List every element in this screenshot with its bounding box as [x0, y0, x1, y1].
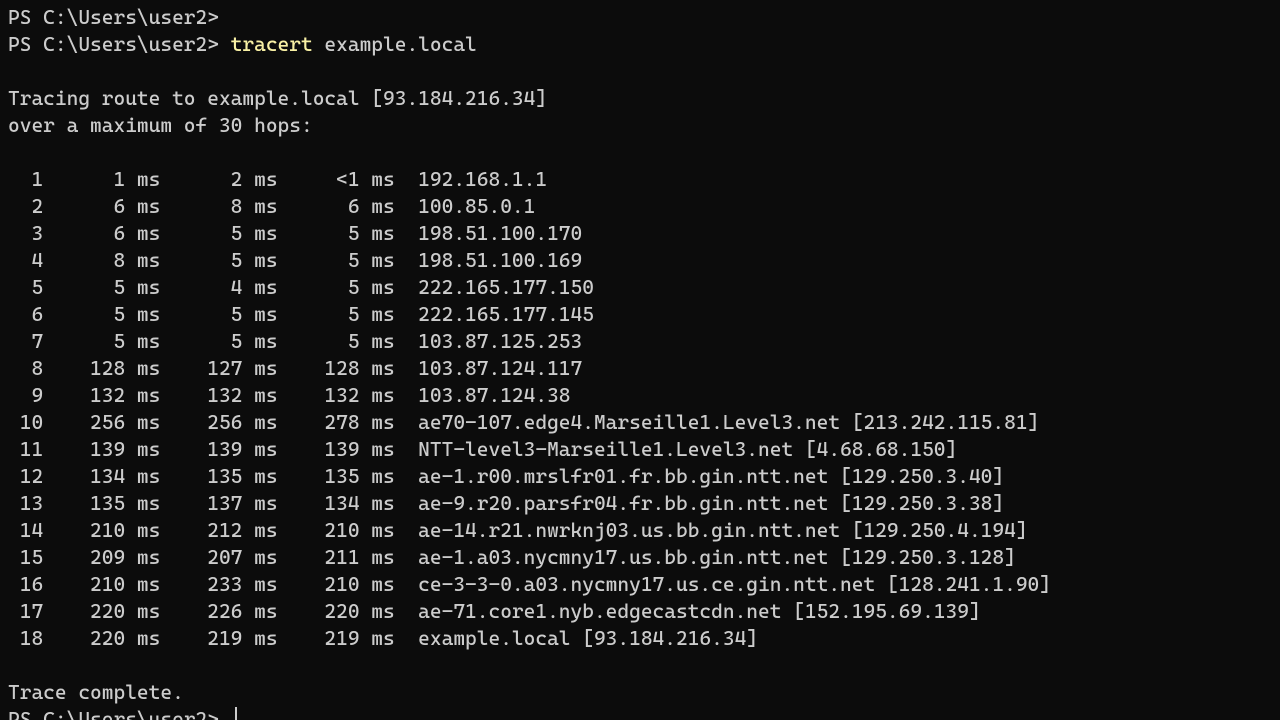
hop-row: 5 5 ms 4 ms 5 ms 222.165.177.150: [8, 274, 1272, 301]
hop-row: 9 132 ms 132 ms 132 ms 103.87.124.38: [8, 382, 1272, 409]
ps-prompt: PS C:\Users\user2>: [8, 32, 219, 56]
hop-row: 2 6 ms 8 ms 6 ms 100.85.0.1: [8, 193, 1272, 220]
hop-row: 13 135 ms 137 ms 134 ms ae-9.r20.parsfr0…: [8, 490, 1272, 517]
hop-row: 14 210 ms 212 ms 210 ms ae-14.r21.nwrknj…: [8, 517, 1272, 544]
ps-prompt: PS C:\Users\user2>: [8, 5, 219, 29]
hop-row: 18 220 ms 219 ms 219 ms example.local [9…: [8, 625, 1272, 652]
blank-line: [8, 652, 1272, 679]
hop-row: 7 5 ms 5 ms 5 ms 103.87.125.253: [8, 328, 1272, 355]
hop-row: 3 6 ms 5 ms 5 ms 198.51.100.170: [8, 220, 1272, 247]
trace-footer: Trace complete.: [8, 679, 1272, 706]
hop-row: 4 8 ms 5 ms 5 ms 198.51.100.169: [8, 247, 1272, 274]
hop-row: 17 220 ms 226 ms 220 ms ae-71.core1.nyb.…: [8, 598, 1272, 625]
prompt-line-command: PS C:\Users\user2> tracert example.local: [8, 31, 1272, 58]
trace-header-2: over a maximum of 30 hops:: [8, 112, 1272, 139]
hop-row: 15 209 ms 207 ms 211 ms ae-1.a03.nycmny1…: [8, 544, 1272, 571]
command-args: example.local: [324, 32, 476, 56]
prompt-line-cursor: PS C:\Users\user2>: [8, 706, 1272, 720]
command-name: tracert: [231, 32, 313, 56]
cursor-icon: [235, 707, 237, 720]
hop-row: 6 5 ms 5 ms 5 ms 222.165.177.145: [8, 301, 1272, 328]
hop-row: 10 256 ms 256 ms 278 ms ae70-107.edge4.M…: [8, 409, 1272, 436]
terminal-output[interactable]: PS C:\Users\user2>PS C:\Users\user2> tra…: [0, 0, 1280, 720]
blank-line: [8, 58, 1272, 85]
blank-line: [8, 139, 1272, 166]
hop-row: 1 1 ms 2 ms <1 ms 192.168.1.1: [8, 166, 1272, 193]
hop-row: 11 139 ms 139 ms 139 ms NTT-level3-Marse…: [8, 436, 1272, 463]
ps-prompt: PS C:\Users\user2>: [8, 707, 219, 720]
hop-row: 12 134 ms 135 ms 135 ms ae-1.r00.mrslfr0…: [8, 463, 1272, 490]
hop-row: 16 210 ms 233 ms 210 ms ce-3-3-0.a03.nyc…: [8, 571, 1272, 598]
trace-header-1: Tracing route to example.local [93.184.2…: [8, 85, 1272, 112]
prompt-line-empty: PS C:\Users\user2>: [8, 4, 1272, 31]
hop-row: 8 128 ms 127 ms 128 ms 103.87.124.117: [8, 355, 1272, 382]
